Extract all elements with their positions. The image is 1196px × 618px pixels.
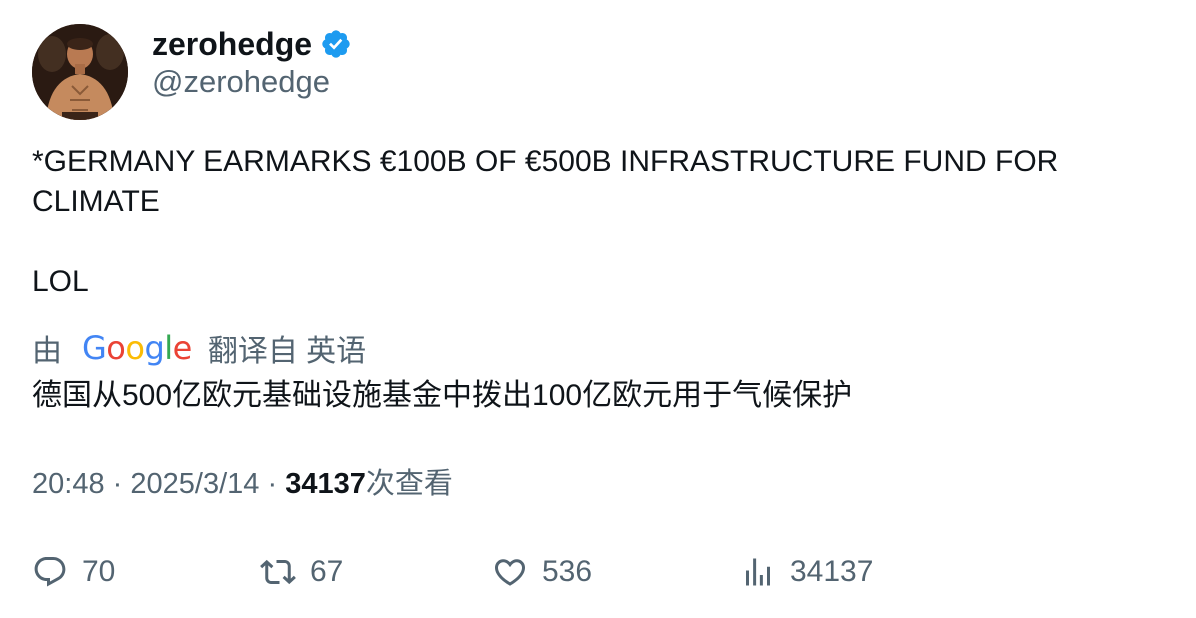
reply-button[interactable]: 70 (32, 550, 115, 594)
reply-icon (34, 557, 66, 587)
translated-text: 德国从500亿欧元基础设施基金中拨出100亿欧元用于气候保护 (32, 379, 853, 412)
tweet-meta: 20:48 · 2025/3/14 · 34137次查看 (32, 464, 453, 504)
views-button[interactable]: 34137 (740, 550, 873, 594)
retweet-count: 67 (310, 555, 344, 588)
translated-by-google[interactable]: 由 Google 翻译自 英语 (32, 326, 366, 370)
avatar[interactable] (32, 24, 128, 120)
meta-separator: · (112, 468, 123, 500)
views-label[interactable]: 次查看 (366, 468, 453, 500)
retweet-icon (260, 559, 296, 585)
meta-separator: · (267, 468, 278, 500)
tweet-time[interactable]: 20:48 (32, 468, 105, 500)
verified-badge-icon[interactable] (320, 28, 352, 60)
heart-icon (494, 559, 526, 586)
like-count: 536 (542, 555, 593, 588)
tweet-date[interactable]: 2025/3/14 (130, 468, 259, 500)
tweet-text: *GERMANY EARMARKS €100B OF €500B INFRAST… (32, 142, 1162, 302)
translation-suffix: 翻译自 英语 (207, 335, 367, 368)
views-chart-icon (746, 558, 770, 586)
like-button[interactable]: 536 (492, 550, 592, 594)
tweet-text-line: LOL (32, 265, 89, 298)
google-logo: Google (82, 329, 192, 367)
views-action-count: 34137 (790, 555, 874, 588)
retweet-button[interactable]: 67 (260, 550, 343, 594)
tweet-text-line: *GERMANY EARMARKS €100B OF €500B INFRAST… (32, 145, 1059, 218)
action-bar: 70 67 536 34137 (0, 550, 1196, 594)
avatar-photo (32, 24, 128, 120)
author-handle[interactable]: @zerohedge (152, 62, 330, 102)
views-count[interactable]: 34137 (285, 468, 366, 500)
author-display-name[interactable]: zerohedge (152, 24, 312, 64)
translation-prefix: 由 (32, 335, 62, 368)
author-name-row: zerohedge (152, 24, 352, 64)
reply-count: 70 (82, 555, 116, 588)
